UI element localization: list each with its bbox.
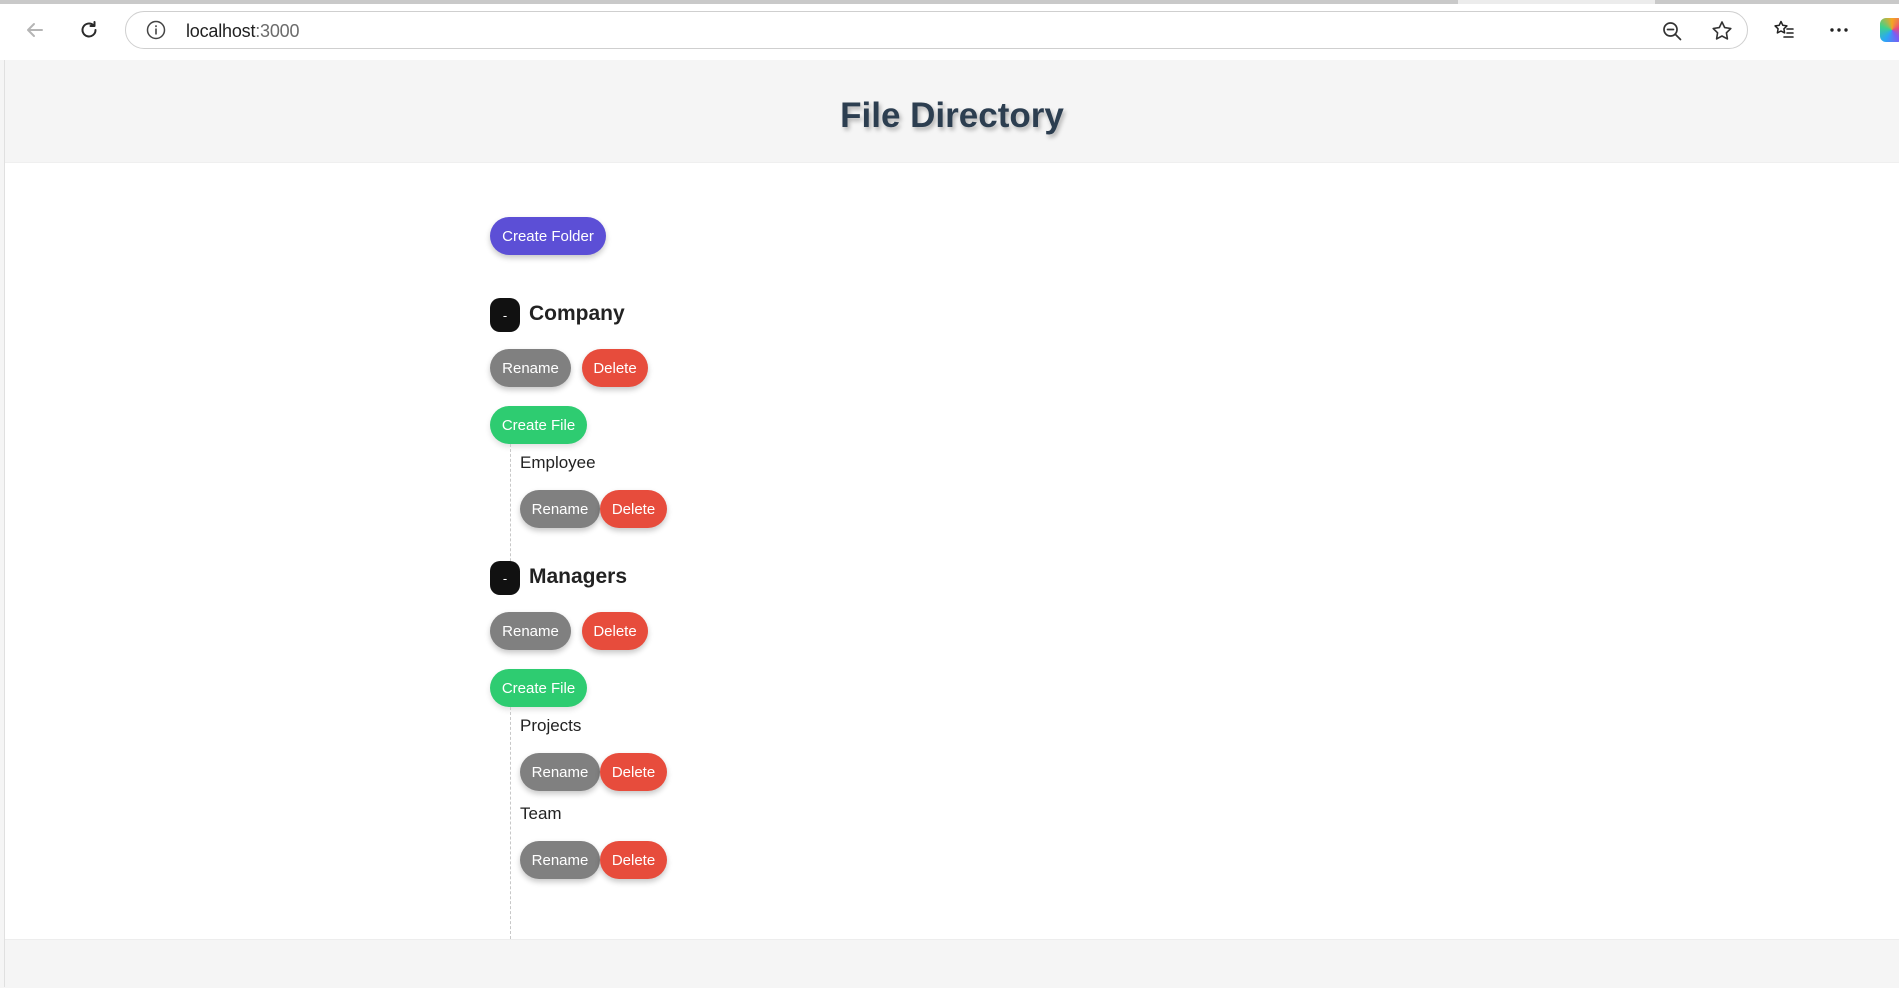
zoom-out-icon[interactable] (1658, 17, 1686, 45)
delete-file-button[interactable]: Delete (600, 490, 667, 528)
page-footer (5, 939, 1899, 988)
more-icon[interactable] (1823, 14, 1855, 46)
info-icon[interactable] (146, 20, 166, 40)
rename-folder-button[interactable]: Rename (490, 612, 571, 650)
delete-folder-button[interactable]: Delete (582, 349, 648, 387)
browser-toolbar: localhost:3000 (0, 0, 1899, 60)
back-arrow-icon[interactable] (19, 14, 51, 46)
tree-guide-line (510, 707, 511, 944)
rename-file-button[interactable]: Rename (520, 753, 600, 791)
delete-file-button[interactable]: Delete (600, 753, 667, 791)
rename-file-button[interactable]: Rename (520, 841, 600, 879)
file-name: Projects (520, 716, 582, 735)
file-name: Employee (520, 453, 596, 472)
favorites-list-icon[interactable] (1768, 14, 1800, 46)
address-bar[interactable]: localhost:3000 (125, 11, 1748, 49)
rename-folder-button[interactable]: Rename (490, 349, 571, 387)
rename-file-button[interactable]: Rename (520, 490, 600, 528)
url-port: :3000 (255, 21, 300, 41)
folder-name: Managers (529, 565, 628, 588)
page-title: File Directory (840, 96, 1064, 135)
page-header: File Directory (5, 60, 1899, 163)
tab-strip-edge (0, 0, 1899, 4)
page-viewport: File Directory Create Folder - Company R… (5, 60, 1899, 988)
create-file-button[interactable]: Create File (490, 406, 587, 444)
url-text[interactable]: localhost:3000 (186, 21, 299, 42)
delete-folder-button[interactable]: Delete (582, 612, 648, 650)
star-icon[interactable] (1708, 17, 1736, 45)
delete-file-button[interactable]: Delete (600, 841, 667, 879)
url-host: localhost (186, 21, 256, 41)
folder-collapse-toggle[interactable]: - (490, 298, 520, 332)
file-name: Team (520, 804, 562, 823)
create-file-button[interactable]: Create File (490, 669, 587, 707)
folder-name: Company (529, 302, 625, 325)
reload-icon[interactable] (73, 14, 105, 46)
copilot-icon[interactable] (1880, 18, 1899, 42)
create-folder-button[interactable]: Create Folder (490, 217, 606, 255)
folder-collapse-toggle[interactable]: - (490, 561, 520, 595)
